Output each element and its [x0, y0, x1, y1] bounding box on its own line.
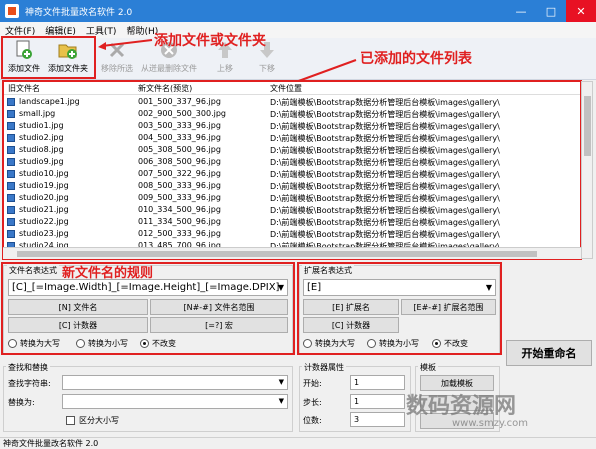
list-highlight-box	[2, 80, 582, 260]
counter-step-input[interactable]: 1	[350, 394, 405, 409]
counter-start-label: 开始:	[303, 379, 322, 388]
counter-start-input[interactable]: 1	[350, 375, 405, 390]
menu-tools[interactable]: 工具(T)	[81, 24, 122, 37]
move-up-label: 上移	[217, 64, 233, 73]
find-string-label: 查找字符串:	[8, 379, 51, 388]
find-string-combo[interactable]: ▼	[62, 375, 288, 390]
menu-file[interactable]: 文件(F)	[0, 24, 40, 37]
watermark-url: www.smzy.com	[452, 418, 529, 429]
maximize-button[interactable]: □	[536, 0, 566, 22]
extension-highlight-box	[297, 262, 502, 355]
site-watermark: 数码资源网 www.smzy.com	[406, 388, 528, 429]
counter-digits-label: 位数:	[303, 416, 322, 425]
watermark-text: 数码资源网	[406, 394, 517, 419]
counter-label: 计数器属性	[302, 362, 346, 373]
status-bar: 神奇文件批量改名软件 2.0	[0, 437, 596, 449]
find-replace-label: 查找和替换	[6, 362, 50, 373]
template-label: 模板	[418, 362, 438, 373]
replace-with-combo[interactable]: ▼	[62, 394, 288, 409]
toolbar-arrow	[98, 39, 153, 50]
minimize-button[interactable]: —	[506, 0, 536, 22]
counter-step-label: 步长:	[303, 398, 322, 407]
list-horizontal-scrollbar[interactable]	[3, 247, 581, 259]
window-title: 神奇文件批量改名软件 2.0	[25, 7, 133, 18]
list-vertical-scrollbar[interactable]	[581, 81, 593, 259]
case-sensitive-label: 区分大小写	[79, 416, 119, 425]
case-sensitive-checkbox[interactable]: 区分大小写	[66, 415, 119, 426]
rule-highlight-box	[1, 262, 295, 355]
remove-selected-label: 移除所选	[101, 64, 133, 73]
close-button[interactable]: ✕	[566, 0, 596, 22]
remove-all-label: 从迸最删除文件	[141, 64, 197, 73]
counter-digits-input[interactable]: 3	[350, 412, 405, 427]
list-annotation: 已添加的文件列表	[360, 51, 472, 67]
title-bar: 神奇文件批量改名软件 2.0 — □ ✕	[0, 0, 596, 22]
replace-with-label: 替换为:	[8, 398, 35, 407]
menu-edit[interactable]: 编辑(E)	[40, 24, 81, 37]
toolbar-highlight-box	[1, 36, 96, 79]
start-rename-button[interactable]: 开始重命名	[506, 340, 592, 366]
app-icon	[5, 4, 19, 18]
toolbar-annotation: 添加文件或文件夹	[154, 33, 266, 49]
